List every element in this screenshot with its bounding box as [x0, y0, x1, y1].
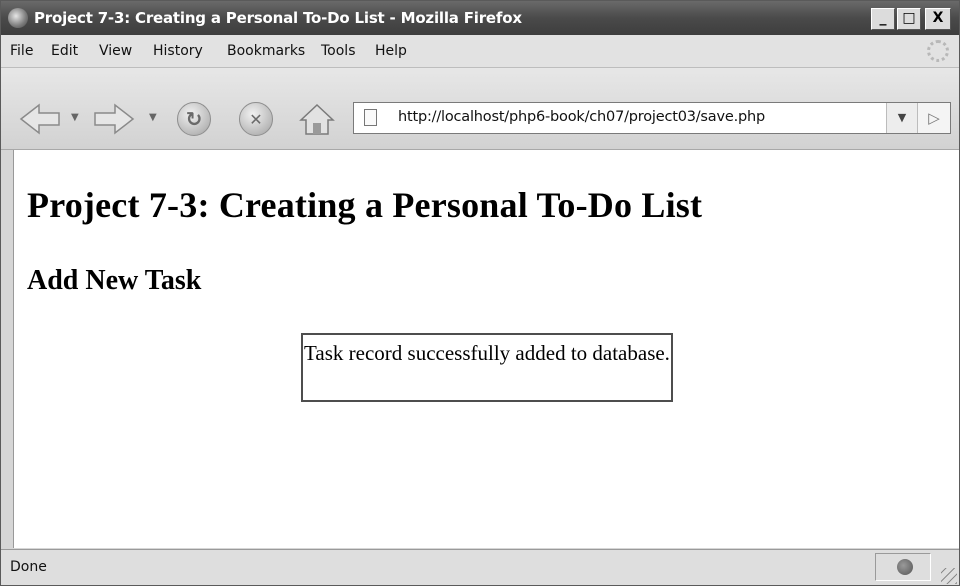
url-history-dropdown-icon[interactable]: ▼	[886, 103, 917, 133]
title-bar: Project 7-3: Creating a Personal To-Do L…	[1, 1, 959, 35]
forward-button[interactable]	[91, 102, 135, 136]
page-heading: Project 7-3: Creating a Personal To-Do L…	[27, 185, 703, 225]
firefox-logo-icon	[8, 8, 28, 28]
success-message: Task record successfully added to databa…	[301, 333, 673, 402]
menu-view[interactable]: View	[99, 43, 132, 59]
home-button[interactable]	[299, 102, 335, 136]
forward-history-dropdown-icon[interactable]: ▼	[149, 112, 157, 123]
window-title: Project 7-3: Creating a Personal To-Do L…	[34, 9, 522, 27]
stop-button[interactable]: ✕	[239, 102, 273, 136]
status-bar: Done	[1, 549, 959, 585]
close-button[interactable]: X	[925, 8, 951, 30]
home-icon	[299, 103, 335, 135]
url-text[interactable]: http://localhost/php6-book/ch07/project0…	[398, 109, 765, 125]
forward-arrow-icon	[94, 103, 135, 135]
reload-button[interactable]: ↻	[177, 102, 211, 136]
menu-help[interactable]: Help	[375, 43, 407, 59]
status-text: Done	[10, 559, 47, 575]
go-button[interactable]: ▷	[917, 103, 950, 133]
back-history-dropdown-icon[interactable]: ▼	[71, 112, 79, 123]
stop-icon: ✕	[239, 102, 273, 136]
menu-file[interactable]: File	[10, 43, 33, 59]
security-status-icon	[897, 559, 913, 575]
reload-icon: ↻	[177, 102, 211, 136]
address-bar[interactable]: http://localhost/php6-book/ch07/project0…	[353, 102, 951, 134]
section-heading: Add New Task	[27, 265, 202, 296]
menu-edit[interactable]: Edit	[51, 43, 78, 59]
browser-window: Project 7-3: Creating a Personal To-Do L…	[0, 0, 960, 586]
resize-grip-icon[interactable]	[941, 568, 957, 584]
menu-tools[interactable]: Tools	[321, 43, 356, 59]
back-arrow-icon	[19, 103, 60, 135]
back-button[interactable]	[19, 102, 63, 136]
activity-throbber-icon	[927, 40, 949, 62]
menu-bar: File Edit View History Bookmarks Tools H…	[1, 35, 959, 68]
menu-bookmarks[interactable]: Bookmarks	[227, 43, 305, 59]
navigation-toolbar: ▼ ▼ ↻ ✕ http://localhost/php6-book/ch07/…	[1, 68, 959, 150]
menu-history[interactable]: History	[153, 43, 203, 59]
page-content: Project 7-3: Creating a Personal To-Do L…	[13, 150, 959, 548]
minimize-button[interactable]: _	[871, 8, 895, 30]
page-icon	[364, 109, 377, 126]
maximize-button[interactable]: □	[897, 8, 921, 30]
